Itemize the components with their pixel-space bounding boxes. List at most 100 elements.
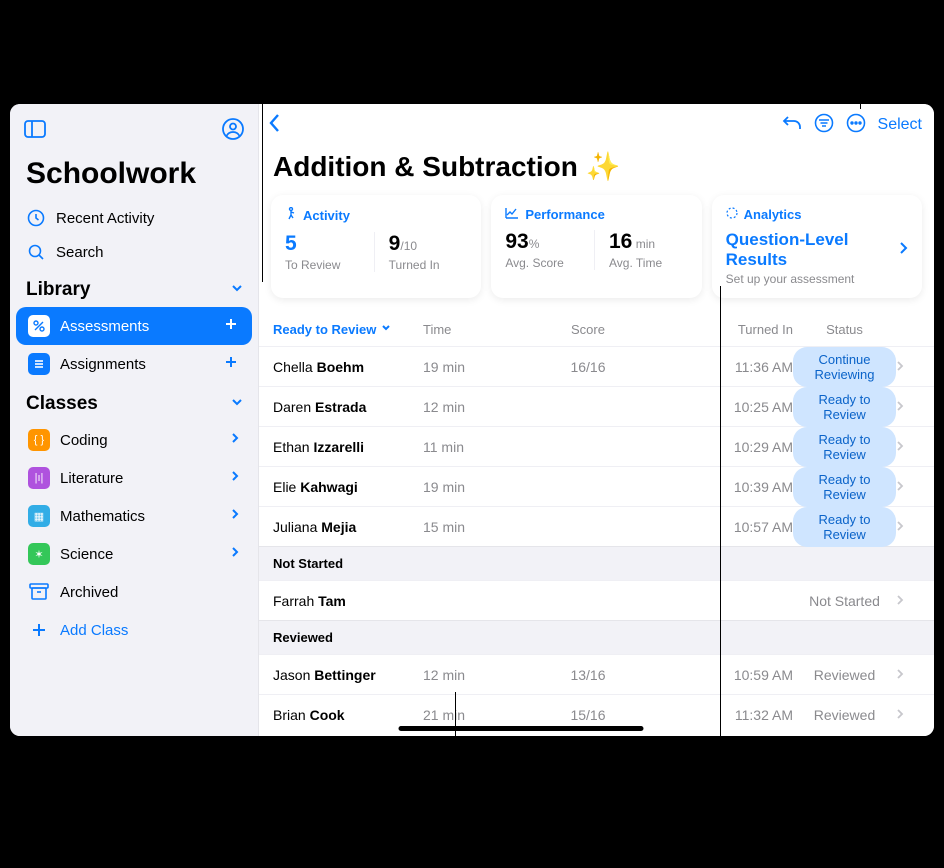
col-score[interactable]: Score [523,322,653,337]
cell-turnedin: 11:36 AM [653,359,793,375]
table-header: Ready to Review Time Score Turned In Sta… [259,312,934,346]
col-status[interactable]: Status [793,322,896,337]
student-name: Brian Cook [273,707,423,723]
callout-line [455,692,456,868]
cell-time: 21 min [423,707,523,723]
sidebar-item-assessments[interactable]: Assessments [16,307,252,345]
undo-icon[interactable] [782,114,802,137]
student-name: Farrah Tam [273,593,423,609]
cell-time: 15 min [423,519,523,535]
sidebar-item-label: Add Class [60,622,128,639]
col-time[interactable]: Time [423,322,523,337]
status-badge[interactable]: Ready to Review [793,507,896,547]
percent-icon [28,315,50,337]
classes-header[interactable]: Classes [10,383,258,421]
table-row[interactable]: Daren Estrada 12 min 10:25 AM Ready to R… [259,386,934,426]
sidebar-item-assignments[interactable]: Assignments [16,345,252,383]
col-turnedin[interactable]: Turned In [653,322,793,337]
cell-turnedin: 11:32 AM [653,707,793,723]
sidebar-item-label: Literature [60,470,123,487]
search-icon [26,243,46,261]
sidebar-class-mathematics[interactable]: ▦ Mathematics [16,497,252,535]
cell-status: Ready to Review [793,427,896,467]
card-analytics[interactable]: Analytics Question-Level Results Set up … [712,195,922,298]
callout-line [262,0,263,282]
sidebar-class-science[interactable]: ✶ Science [16,535,252,573]
sidebar-toggle-icon[interactable] [24,120,46,143]
chevron-right-icon [896,519,920,535]
library-header[interactable]: Library [10,269,258,307]
cell-status: Ready to Review [793,507,896,547]
section-reviewed: Reviewed [259,620,934,654]
chevron-right-icon [230,545,240,563]
chevron-right-icon [896,479,920,495]
sidebar: Schoolwork Recent Activity Search Librar… [10,104,258,736]
home-indicator[interactable] [399,726,644,731]
table-row[interactable]: Jason Bettinger 12 min 13/16 10:59 AM Re… [259,654,934,694]
archive-icon [28,583,50,601]
cell-turnedin: 10:59 AM [653,667,793,683]
status-badge[interactable]: Ready to Review [793,467,896,507]
cell-turnedin: 10:39 AM [653,479,793,495]
status-text: Reviewed [814,667,875,683]
table-row[interactable]: Chella Boehm 19 min 16/16 11:36 AM Conti… [259,346,934,386]
sidebar-item-label: Search [56,244,104,261]
sidebar-add-class[interactable]: Add Class [16,611,252,649]
cell-time: 11 min [423,439,523,455]
filter-icon[interactable] [814,113,834,138]
sidebar-class-literature[interactable]: |ı| Literature [16,459,252,497]
chevron-right-icon [896,439,920,455]
sidebar-archived[interactable]: Archived [16,573,252,611]
table-row[interactable]: Ethan Izzarelli 11 min 10:29 AM Ready to… [259,426,934,466]
chevron-right-icon [230,469,240,487]
cell-time: 12 min [423,667,523,683]
profile-icon[interactable] [222,118,244,145]
more-icon[interactable] [846,113,866,138]
students-table: Ready to Review Time Score Turned In Sta… [259,312,934,736]
student-name: Juliana Mejia [273,519,423,535]
card-activity[interactable]: Activity 5 To Review 9/10 Turned In [271,195,481,298]
main-content: Select Addition & Subtraction ✨ Activity… [258,104,934,736]
sidebar-recent-activity[interactable]: Recent Activity [10,201,258,235]
student-name: Jason Bettinger [273,667,423,683]
app-window: Schoolwork Recent Activity Search Librar… [10,104,934,736]
sidebar-item-label: Coding [60,432,108,449]
class-icon: ▦ [28,505,50,527]
student-name: Daren Estrada [273,399,423,415]
status-badge[interactable]: Ready to Review [793,387,896,427]
table-row[interactable]: Farrah Tam Not Started [259,580,934,620]
sidebar-class-coding[interactable]: { } Coding [16,421,252,459]
select-button[interactable]: Select [878,116,922,134]
plus-icon [28,621,50,639]
sort-column[interactable]: Ready to Review [273,322,423,337]
student-name: Ethan Izzarelli [273,439,423,455]
status-badge[interactable]: Continue Reviewing [793,347,896,387]
chevron-right-icon [898,240,908,260]
chart-icon [505,207,519,222]
cell-status: Not Started [793,593,896,609]
plus-icon[interactable] [222,353,240,375]
cell-score: 15/16 [523,707,653,723]
cell-turnedin: 10:25 AM [653,399,793,415]
plus-icon[interactable] [222,315,240,337]
sidebar-item-label: Mathematics [60,508,145,525]
class-icon: ✶ [28,543,50,565]
cell-time: 19 min [423,479,523,495]
person-walk-icon [285,207,297,224]
cell-score: 16/16 [523,359,653,375]
table-row[interactable]: Juliana Mejia 15 min 10:57 AM Ready to R… [259,506,934,546]
card-performance[interactable]: Performance 93% Avg. Score 16 min Avg. T… [491,195,701,298]
chevron-right-icon [896,593,920,609]
app-title: Schoolwork [10,151,258,201]
sidebar-search[interactable]: Search [10,235,258,269]
status-badge[interactable]: Ready to Review [793,427,896,467]
status-text: Not Started [809,593,880,609]
summary-cards: Activity 5 To Review 9/10 Turned In [259,195,934,298]
cell-turnedin: 10:29 AM [653,439,793,455]
table-row[interactable]: Elie Kahwagi 19 min 10:39 AM Ready to Re… [259,466,934,506]
cell-time: 19 min [423,359,523,375]
cell-status: Reviewed [793,667,896,683]
student-name: Elie Kahwagi [273,479,423,495]
back-button[interactable] [267,112,283,139]
chevron-right-icon [230,507,240,525]
